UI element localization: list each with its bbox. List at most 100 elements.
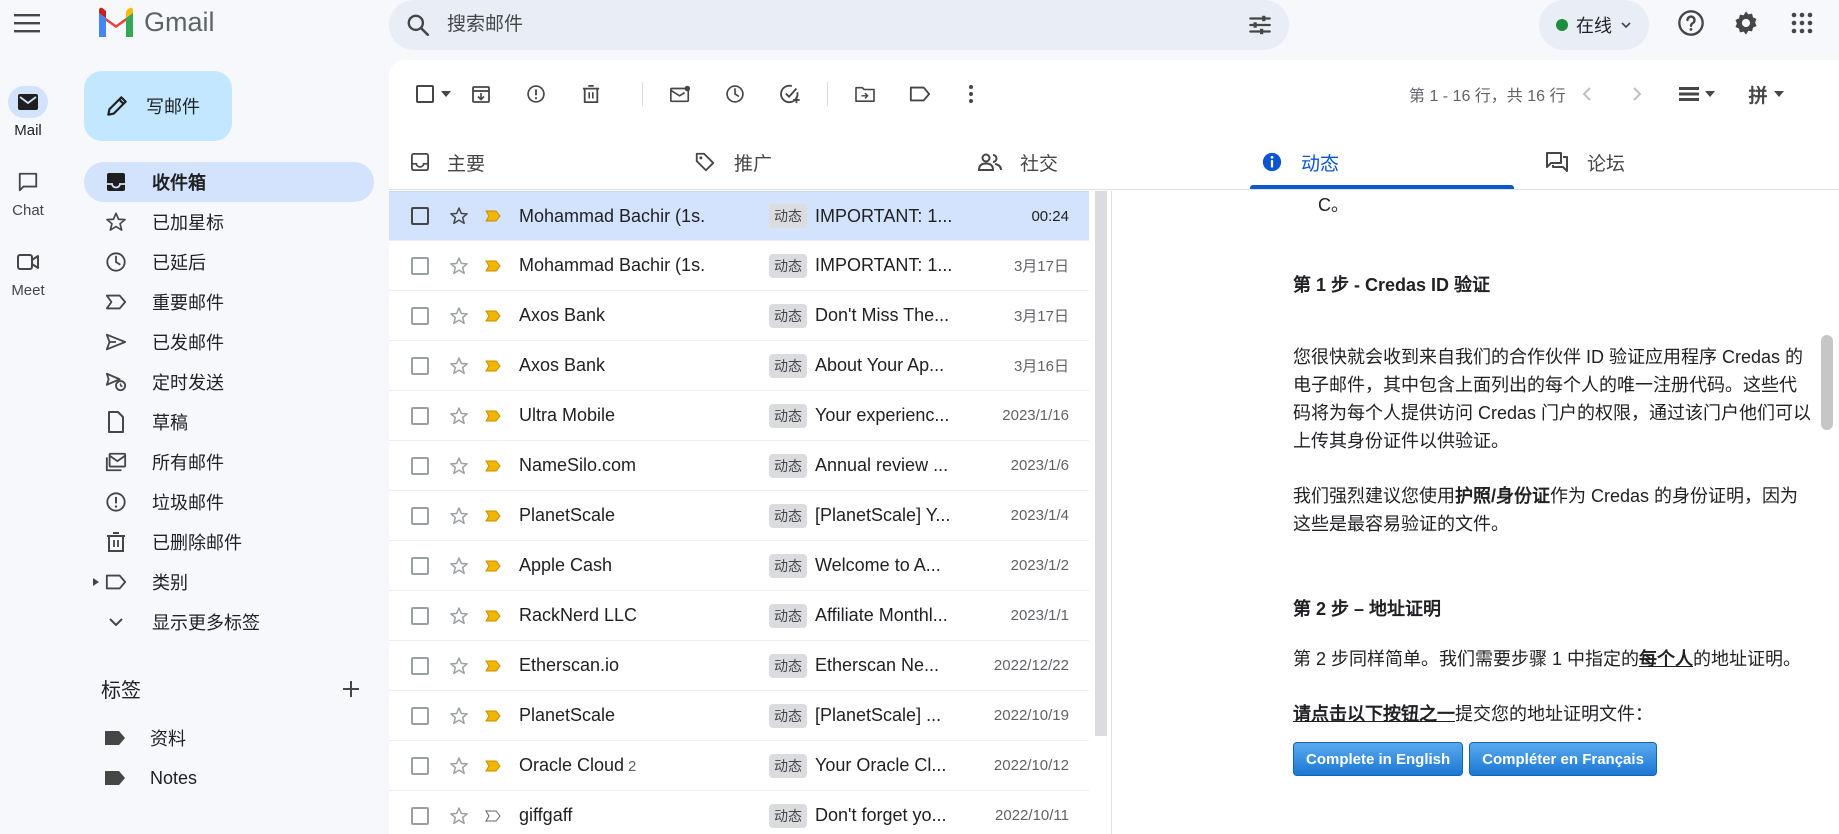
mark-unread-button[interactable] [664,78,696,110]
importance-marker[interactable] [483,606,503,626]
delete-button[interactable] [575,78,607,110]
compose-button[interactable]: 写邮件 [84,71,232,141]
importance-marker[interactable] [483,806,503,826]
email-row[interactable]: RackNerd LLC 动态 Affiliate Monthl... 2023/1/… [389,591,1089,641]
email-row[interactable]: Axos Bank 动态 Don't Miss The... 3月17日 [389,291,1089,341]
row-checkbox[interactable] [411,356,429,375]
add-icon[interactable] [341,679,361,699]
more-actions-button[interactable] [955,78,987,110]
labels-button[interactable] [904,78,936,110]
complete-french-button[interactable]: Compléter en Français [1469,742,1657,776]
star-button[interactable] [447,604,471,628]
reading-pane-scrollbar[interactable] [1821,335,1833,430]
row-checkbox[interactable] [411,656,429,675]
email-row[interactable]: Mohammad Bachir (1s. 动态 IMPORTANT: 1... 00:… [389,191,1089,241]
nav-item-sent[interactable]: 已发邮件 [84,322,374,362]
star-button[interactable] [447,304,471,328]
search-input[interactable] [445,13,1247,37]
expand-arrow-icon[interactable] [92,577,100,587]
importance-marker[interactable] [483,206,503,226]
tab-social[interactable]: 社交 [978,132,1058,192]
importance-marker[interactable] [483,306,503,326]
rail-meet[interactable]: Meet [0,246,56,299]
row-checkbox[interactable] [411,256,429,275]
search-options-icon[interactable] [1247,12,1273,38]
nav-item-starred[interactable]: 已加星标 [84,202,374,242]
importance-marker[interactable] [483,406,503,426]
label-item-ziliao[interactable]: 资料 [104,718,186,758]
row-checkbox[interactable] [411,456,429,475]
importance-marker[interactable] [483,706,503,726]
complete-english-button[interactable]: Complete in English [1293,742,1464,776]
email-row[interactable]: Oracle Cloud 2 动态 Your Oracle Cl... 2022/10/… [389,741,1089,791]
star-button[interactable] [447,704,471,728]
pane-divider[interactable] [1111,191,1112,834]
search-bar[interactable] [389,0,1289,50]
star-button[interactable] [447,254,471,278]
input-tools-button[interactable]: 拼 [1741,78,1791,110]
star-button[interactable] [447,504,471,528]
email-row[interactable]: PlanetScale 动态 [PlanetScale] Y... 2023/1/4 [389,491,1089,541]
importance-marker[interactable] [483,556,503,576]
move-to-button[interactable] [849,78,881,110]
nav-item-inbox[interactable]: 收件箱 [84,162,374,202]
nav-item-important[interactable]: 重要邮件 [84,282,374,322]
settings-button[interactable] [1728,5,1764,41]
row-checkbox[interactable] [411,556,429,575]
importance-marker[interactable] [483,656,503,676]
email-row[interactable]: Mohammad Bachir (1s. 动态 IMPORTANT: 1... 3月1… [389,241,1089,291]
star-button[interactable] [447,654,471,678]
importance-marker[interactable] [483,256,503,276]
row-checkbox[interactable] [411,706,429,725]
nav-item-trash[interactable]: 已删除邮件 [84,522,374,562]
star-button[interactable] [447,354,471,378]
email-row[interactable]: Etherscan.io 动态 Etherscan Ne... 2022/12/22 [389,641,1089,691]
search-icon[interactable] [405,12,431,38]
row-checkbox[interactable] [411,306,429,325]
next-page-button[interactable] [1621,78,1653,110]
email-row[interactable]: PlanetScale 动态 [PlanetScale] ... 2022/10/19 [389,691,1089,741]
email-list-scrollbar[interactable] [1095,191,1107,736]
add-task-button[interactable] [774,78,806,110]
apps-button[interactable] [1784,5,1820,41]
importance-marker[interactable] [483,756,503,776]
help-button[interactable] [1673,5,1709,41]
nav-item-snoozed[interactable]: 已延后 [84,242,374,282]
tab-primary[interactable]: 主要 [411,132,485,192]
tab-promotions[interactable]: 推广 [694,132,772,192]
tab-updates[interactable]: 动态 [1261,132,1339,192]
row-checkbox[interactable] [411,756,429,775]
email-row[interactable]: Apple Cash 动态 Welcome to A... 2023/1/2 [389,541,1089,591]
rail-chat[interactable]: Chat [0,166,56,219]
nav-item-more[interactable]: 显示更多标签 [84,602,374,642]
email-row[interactable]: Axos Bank 动态 About Your Ap... 3月16日 [389,341,1089,391]
main-menu-button[interactable] [12,8,42,38]
nav-item-spam[interactable]: 垃圾邮件 [84,482,374,522]
email-row[interactable]: NameSilo.com 动态 Annual review ... 2023/1/6 [389,441,1089,491]
star-button[interactable] [447,554,471,578]
importance-marker[interactable] [483,456,503,476]
nav-item-all-mail[interactable]: 所有邮件 [84,442,374,482]
row-checkbox[interactable] [411,207,429,225]
row-checkbox[interactable] [411,606,429,625]
split-pane-toggle[interactable] [1673,78,1721,110]
importance-marker[interactable] [483,506,503,526]
gmail-logo[interactable]: Gmail [96,4,215,40]
report-spam-button[interactable] [520,78,552,110]
nav-item-drafts[interactable]: 草稿 [84,402,374,442]
prev-page-button[interactable] [1571,78,1603,110]
status-selector[interactable]: 在线 [1539,0,1649,50]
nav-item-scheduled[interactable]: 定时发送 [84,362,374,402]
email-row[interactable]: giffgaff 动态 Don't forget yo... 2022/10/11 [389,791,1089,834]
star-button[interactable] [447,204,471,228]
email-row[interactable]: Ultra Mobile 动态 Your experienc... 2023/1/16 [389,391,1089,441]
select-menu-button[interactable] [436,78,456,110]
importance-marker[interactable] [483,356,503,376]
star-button[interactable] [447,454,471,478]
nav-item-categories[interactable]: 类别 [84,562,374,602]
snooze-button[interactable] [719,78,751,110]
star-button[interactable] [447,404,471,428]
rail-mail[interactable]: Mail [0,86,56,139]
row-checkbox[interactable] [411,806,429,825]
label-item-notes[interactable]: Notes [104,758,197,798]
